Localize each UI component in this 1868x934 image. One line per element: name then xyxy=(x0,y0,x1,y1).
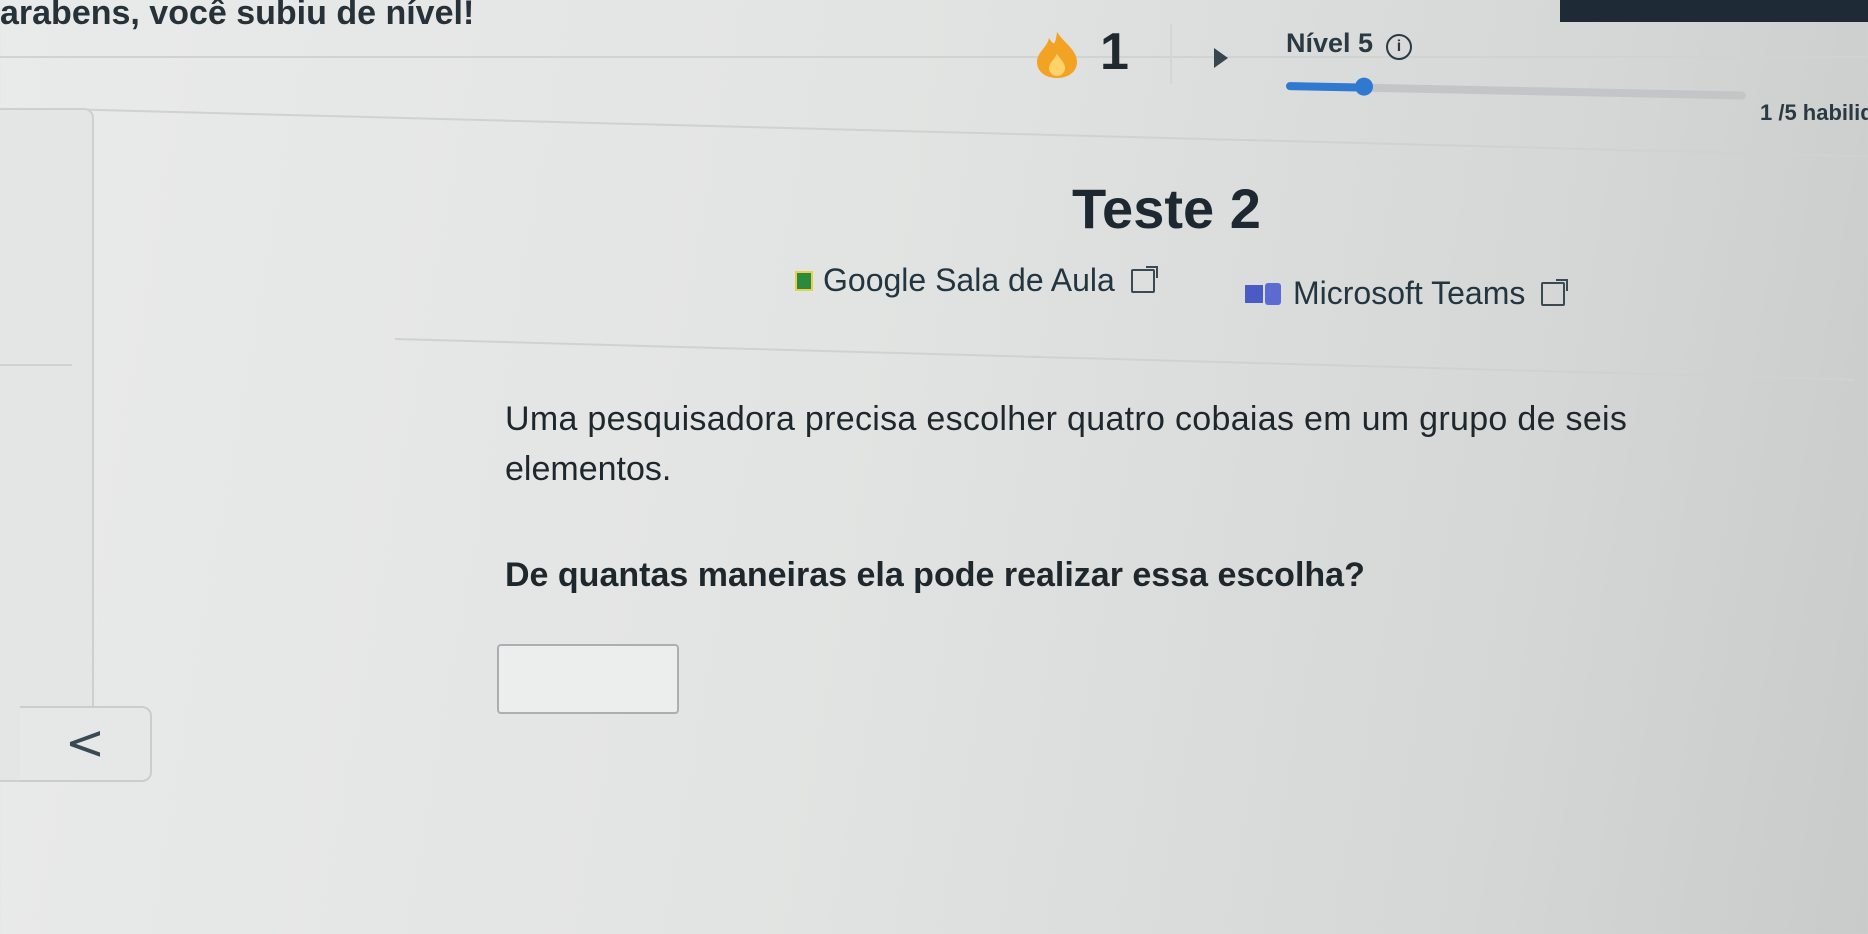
level-label: Nível 5 xyxy=(1286,28,1374,58)
microsoft-teams-icon xyxy=(1245,282,1283,305)
play-arrow-icon[interactable] xyxy=(1214,48,1228,68)
page-title: Teste 2 xyxy=(1072,177,1261,240)
question-prompt: De quantas maneiras ela pode realizar es… xyxy=(505,556,1365,594)
top-dark-band xyxy=(1560,0,1868,22)
question-text-line-1: Uma pesquisadora precisa escolher quatro… xyxy=(505,400,1628,438)
content-divider xyxy=(394,338,1855,381)
skills-count: 1 /5 habilid xyxy=(1760,100,1868,125)
google-classroom-link[interactable]: Google Sala de Aula xyxy=(795,262,1158,299)
question-text-line-2: elementos. xyxy=(505,450,672,488)
header-vertical-divider xyxy=(1170,24,1172,84)
level-up-banner: arabens, você subiu de nível! xyxy=(0,0,475,32)
streak-count: 1 xyxy=(1100,23,1129,81)
header-bottom-divider xyxy=(59,108,1868,158)
flame-icon xyxy=(1037,32,1077,78)
level-progress-bar xyxy=(1285,77,1746,100)
left-panel-divider xyxy=(0,364,72,366)
answer-input[interactable] xyxy=(497,644,679,714)
header-divider xyxy=(0,56,1868,58)
level-progress-knob xyxy=(1355,77,1374,96)
back-button[interactable]: < xyxy=(20,706,152,782)
left-side-panel xyxy=(0,108,94,782)
external-link-icon xyxy=(1130,265,1158,293)
level-progress-fill xyxy=(1285,82,1365,92)
microsoft-teams-label: Microsoft Teams xyxy=(1293,275,1526,311)
google-classroom-label: Google Sala de Aula xyxy=(823,262,1115,298)
external-link-icon xyxy=(1541,278,1569,306)
info-icon[interactable]: i xyxy=(1386,34,1412,60)
google-classroom-icon xyxy=(795,270,813,291)
microsoft-teams-link[interactable]: Microsoft Teams xyxy=(1245,275,1569,312)
